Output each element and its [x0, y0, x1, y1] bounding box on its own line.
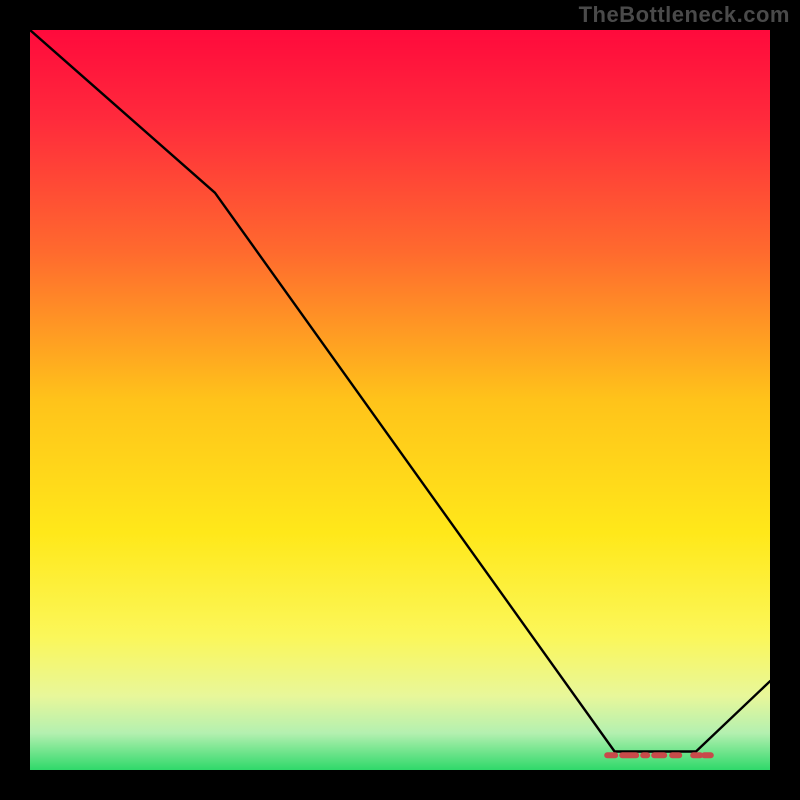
background-gradient	[30, 30, 770, 770]
chart-stage: TheBottleneck.com	[0, 0, 800, 800]
plot-area	[30, 30, 770, 770]
watermark-text: TheBottleneck.com	[579, 2, 790, 28]
